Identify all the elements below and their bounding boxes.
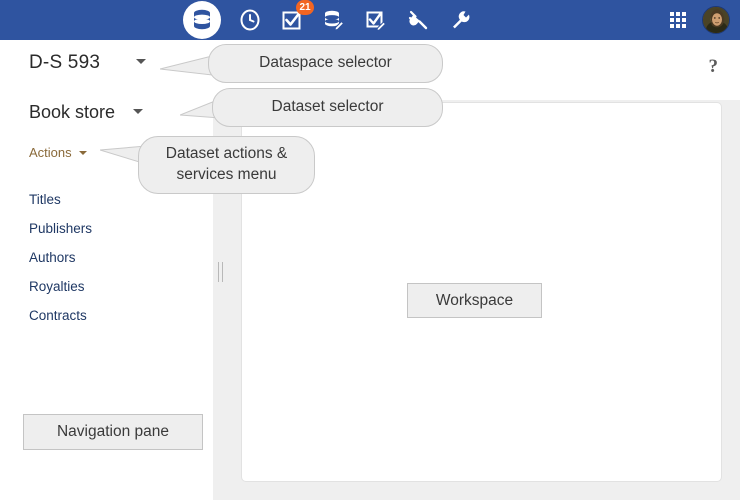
checkbox-task-icon[interactable]: 21: [279, 7, 305, 33]
splitter-grip-icon[interactable]: [218, 262, 223, 282]
callout-text: Dataset selector: [272, 97, 384, 118]
callout-dataspace-selector: Dataspace selector: [208, 44, 443, 83]
sidebar-item-authors[interactable]: Authors: [29, 250, 92, 265]
top-app-bar: 21: [0, 0, 740, 40]
checkbox-edit-icon[interactable]: [363, 7, 389, 33]
app-bar-right-group: [670, 0, 730, 40]
dataspace-selector[interactable]: D-S 593: [29, 52, 146, 74]
clock-icon[interactable]: [237, 7, 263, 33]
app-bar-icon-group: 21: [183, 0, 473, 40]
callout-text: Dataset actions & services menu: [166, 144, 287, 186]
label-text: Workspace: [436, 292, 513, 310]
callout-dataset-selector: Dataset selector: [212, 88, 443, 127]
dataset-entity-list: Titles Publishers Authors Royalties Cont…: [29, 192, 92, 337]
chevron-down-icon: [133, 109, 143, 114]
label-navigation-pane: Navigation pane: [23, 414, 203, 450]
chevron-down-icon: [79, 151, 87, 155]
dataset-name: Book store: [29, 102, 115, 123]
callout-text-line1: Dataset actions &: [166, 145, 287, 162]
help-icon[interactable]: ?: [709, 56, 719, 78]
task-count-badge: 21: [296, 0, 314, 15]
application-window: 21: [0, 0, 740, 500]
plug-icon[interactable]: [405, 7, 431, 33]
actions-menu-label: Actions: [29, 145, 72, 160]
callout-text: Dataspace selector: [259, 53, 392, 74]
database-edit-icon[interactable]: [321, 7, 347, 33]
database-icon[interactable]: [183, 1, 221, 39]
dataset-selector[interactable]: Book store: [29, 102, 143, 123]
apps-grid-icon[interactable]: [670, 12, 686, 28]
sidebar-item-royalties[interactable]: Royalties: [29, 279, 92, 294]
wrench-icon[interactable]: [447, 7, 473, 33]
sidebar-item-publishers[interactable]: Publishers: [29, 221, 92, 236]
dataspace-name: D-S 593: [29, 52, 100, 74]
user-avatar[interactable]: [702, 6, 730, 34]
actions-menu-button[interactable]: Actions: [29, 145, 87, 160]
label-workspace: Workspace: [407, 283, 542, 318]
callout-actions-menu: Dataset actions & services menu: [138, 136, 315, 194]
sidebar-item-contracts[interactable]: Contracts: [29, 308, 92, 323]
label-text: Navigation pane: [57, 423, 169, 441]
callout-text-line2: services menu: [177, 166, 277, 183]
sidebar-item-titles[interactable]: Titles: [29, 192, 92, 207]
chevron-down-icon: [136, 59, 146, 64]
